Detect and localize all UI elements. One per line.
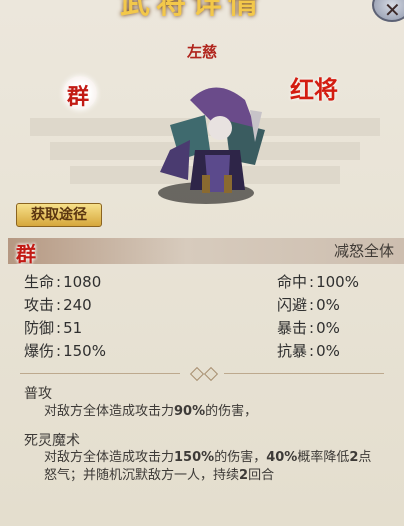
stat-value: 51 — [63, 319, 83, 337]
skill-desc-basic: 对敌方全体造成攻击力90%的伤害， — [44, 404, 258, 419]
skill-name-special: 死灵魔术 — [24, 433, 80, 449]
skill-summary-title: 减怒全体 — [333, 242, 394, 260]
stat-attack: 攻击:240 — [24, 296, 92, 314]
stat-value: 1080 — [63, 273, 102, 291]
stat-label: 抗暴 — [277, 342, 308, 360]
stat-label: 命中 — [277, 273, 308, 291]
stat-label: 爆伤 — [24, 342, 55, 360]
window-title: 武将详情 — [120, 0, 264, 21]
stat-label: 攻击 — [24, 296, 55, 314]
stat-value: 0% — [316, 342, 340, 360]
stat-accuracy: 命中:100% — [277, 273, 359, 291]
skill-faction-badge: 群 — [14, 238, 44, 266]
stat-defense: 防御:51 — [24, 319, 83, 337]
hero-name: 左慈 — [186, 43, 217, 61]
stat-label: 防御 — [24, 319, 55, 337]
stat-value: 0% — [316, 296, 340, 314]
stat-crit-resist: 抗暴:0% — [277, 342, 340, 360]
stat-label: 闪避 — [277, 296, 308, 314]
stat-value: 240 — [63, 296, 92, 314]
obtain-path-button[interactable]: 获取途径 — [16, 203, 102, 227]
stat-crit: 暴击:0% — [277, 319, 340, 337]
stat-crit-damage: 爆伤:150% — [24, 342, 106, 360]
stat-label: 生命 — [24, 273, 55, 291]
stat-label: 暴击 — [277, 319, 308, 337]
section-divider — [20, 366, 384, 382]
hero-portrait — [160, 87, 265, 193]
faction-badge-text: 群 — [67, 84, 90, 110]
stat-evasion: 闪避:0% — [277, 296, 340, 314]
close-icon: ✕ — [384, 0, 401, 22]
faction-badge: 群 — [63, 76, 97, 110]
rarity-label: 红将 — [290, 75, 338, 104]
stat-value: 100% — [316, 273, 359, 291]
stat-hp: 生命:1080 — [24, 273, 102, 291]
skill-name-basic: 普攻 — [24, 386, 52, 402]
skill-faction-text: 群 — [16, 242, 36, 266]
stat-value: 150% — [63, 342, 106, 360]
skill-desc-special: 对敌方全体造成攻击力150%的伤害，40%概率降低2点怒气；并随机沉默敌方一人，… — [44, 450, 372, 483]
stat-value: 0% — [316, 319, 340, 337]
